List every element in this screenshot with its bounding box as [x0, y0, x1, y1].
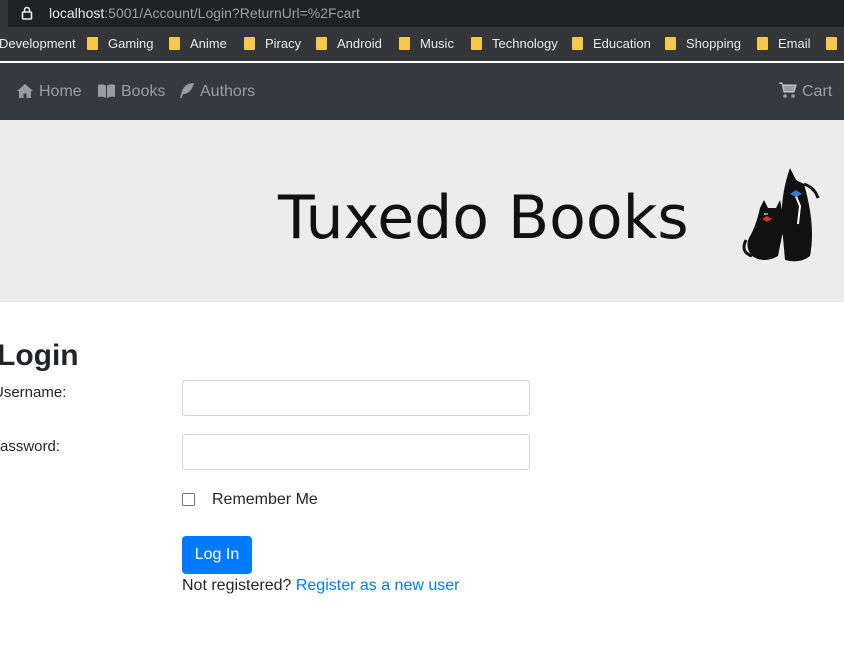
nav-books-label: Books: [121, 83, 166, 100]
bookmark-label: Piracy: [265, 36, 302, 51]
folder-icon: [316, 37, 327, 50]
shopping-cart-icon: [779, 82, 797, 98]
omnibox[interactable]: localhost:5001/Account/Login?ReturnUrl=%…: [8, 0, 844, 27]
bookmark-music[interactable]: Music: [399, 36, 454, 52]
tuxedo-books-logo: Tuxedo Books: [277, 168, 820, 262]
brand-wordmark: Tuxedo Books: [277, 183, 689, 253]
bookmark-development[interactable]: Development: [0, 36, 76, 52]
page-title: Login: [0, 339, 79, 372]
nav-cart-label: Cart: [802, 83, 833, 100]
book-open-icon: [98, 84, 115, 98]
register-prompt: Not registered? Register as a new user: [182, 577, 459, 595]
bookmark-anime[interactable]: Anime: [169, 36, 227, 52]
site-banner: Tuxedo Books: [0, 120, 844, 302]
url-host: localhost: [49, 5, 105, 21]
bookmark-overflow[interactable]: [826, 36, 844, 52]
site-navbar: Home Books Authors Cart: [0, 63, 844, 120]
bookmark-piracy[interactable]: Piracy: [244, 36, 301, 52]
folder-icon: [399, 37, 410, 50]
folder-icon: [87, 37, 98, 50]
bookmark-label: Development: [0, 36, 76, 51]
bookmark-label: Anime: [190, 36, 227, 51]
folder-icon: [826, 37, 837, 50]
not-registered-text: Not registered?: [182, 577, 292, 594]
nav-authors-label: Authors: [200, 83, 256, 100]
feather-icon: [180, 83, 194, 98]
bookmarks-bar: Development Gaming Anime Piracy Android …: [0, 27, 844, 61]
log-in-button[interactable]: Log In: [182, 536, 252, 574]
bookmark-label: Technology: [492, 36, 558, 51]
folder-icon: [244, 37, 255, 50]
nav-home-label: Home: [39, 83, 82, 100]
register-link[interactable]: Register as a new user: [296, 577, 460, 594]
bookmark-label: Music: [420, 36, 454, 51]
folder-icon: [757, 37, 768, 50]
bookmark-label: Android: [337, 36, 382, 51]
username-input[interactable]: [182, 380, 530, 416]
bookmark-label: Gaming: [108, 36, 154, 51]
password-input[interactable]: [182, 434, 530, 470]
bookmark-android[interactable]: Android: [316, 36, 382, 52]
bookmark-technology[interactable]: Technology: [471, 36, 558, 52]
url-text[interactable]: localhost:5001/Account/Login?ReturnUrl=%…: [49, 5, 360, 21]
url-path: :5001/Account/Login?ReturnUrl=%2Fcart: [104, 5, 360, 21]
home-icon: [17, 84, 33, 98]
password-label: Password:: [0, 438, 61, 455]
nav-home[interactable]: Home: [16, 81, 82, 103]
remember-me-label[interactable]: Remember Me: [212, 491, 318, 509]
bookmark-email[interactable]: Email: [757, 36, 811, 52]
browser-url-bar: localhost:5001/Account/Login?ReturnUrl=%…: [0, 0, 844, 27]
nav-books[interactable]: Books: [97, 81, 165, 103]
username-label: Username:: [0, 384, 67, 401]
bookmark-gaming[interactable]: Gaming: [87, 36, 154, 52]
nav-authors[interactable]: Authors: [178, 81, 255, 103]
folder-icon: [169, 37, 180, 50]
bookmark-education[interactable]: Education: [572, 36, 651, 52]
bookmark-label: Shopping: [686, 36, 741, 51]
bookmark-label: Email: [778, 36, 811, 51]
folder-icon: [572, 37, 583, 50]
tuxedo-cats-icon: [742, 168, 820, 262]
folder-icon: [471, 37, 482, 50]
lock-icon: [21, 6, 33, 20]
remember-me-checkbox[interactable]: [182, 493, 195, 506]
bookmark-label: Education: [593, 36, 651, 51]
folder-icon: [665, 37, 676, 50]
nav-cart[interactable]: Cart: [779, 81, 832, 103]
bookmark-shopping[interactable]: Shopping: [665, 36, 741, 52]
